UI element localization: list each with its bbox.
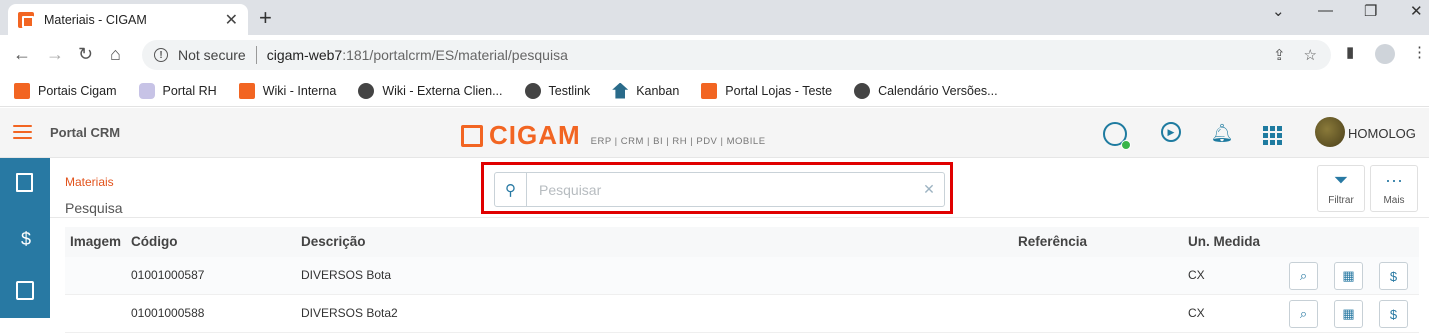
not-secure-label: Not secure (178, 47, 246, 63)
cell-unidade: CX (1188, 268, 1205, 282)
globe-icon (358, 82, 375, 99)
more-dots-icon: ··· (1385, 170, 1403, 190)
browser-menu-icon[interactable]: ⋮ (1412, 43, 1427, 61)
cigam-icon (238, 82, 255, 99)
sidebar-money-icon[interactable]: $ (15, 228, 37, 250)
url-path: :181/portalcrm/ES/material/pesquisa (342, 47, 568, 63)
share-icon[interactable]: ⇪ (1273, 46, 1286, 64)
price-icon[interactable]: $ (1379, 262, 1408, 290)
breadcrumb-materiais[interactable]: Materiais (65, 175, 114, 189)
bookmark-portal-rh[interactable]: Portal RH (138, 82, 217, 99)
tab-title: Materiais - CIGAM (44, 12, 147, 27)
cigam-logo: CIGAM ERP | CRM | BI | RH | PDV | MOBILE (461, 120, 766, 151)
new-tab-icon[interactable]: + (259, 5, 272, 31)
search-bar: ⚲ ✕ (494, 172, 945, 207)
filter-label: Filtrar (1328, 195, 1354, 206)
filter-icon: ⏷ (1333, 170, 1349, 190)
apps-grid-icon[interactable] (1263, 126, 1282, 145)
bookmark-portais-cigam[interactable]: Portais Cigam (14, 82, 117, 99)
user-avatar[interactable] (1315, 117, 1345, 147)
column-header-referencia[interactable]: Referência (1018, 234, 1087, 249)
kanban-icon (612, 82, 629, 99)
minimize-icon[interactable]: — (1318, 2, 1333, 19)
bookmark-wiki-interna[interactable]: Wiki - Interna (238, 82, 336, 99)
bookmark-star-icon[interactable]: ☆ (1304, 46, 1317, 64)
bookmark-testlink[interactable]: Testlink (524, 82, 590, 99)
bookmark-calendario[interactable]: Calendário Versões... (854, 82, 998, 99)
chat-icon (138, 82, 155, 99)
forward-icon[interactable]: → (46, 44, 64, 65)
more-label: Mais (1383, 195, 1405, 206)
table-row[interactable]: 01001000588 DIVERSOS Bota2 CX ⌕ ▦ $ (65, 295, 1419, 333)
url-host: cigam-web7 (266, 47, 343, 63)
cigam-icon (14, 82, 30, 99)
bookmark-kanban[interactable]: Kanban (612, 82, 679, 99)
user-name[interactable]: HOMOLOG (1348, 126, 1416, 141)
portal-title: Portal CRM (50, 125, 121, 140)
bookmarks-bar: Portais Cigam Portal RH Wiki - Interna W… (0, 75, 1429, 107)
more-button[interactable]: ··· Mais (1370, 165, 1418, 212)
restore-icon[interactable]: ❐ (1364, 2, 1377, 20)
content-divider (50, 217, 1429, 218)
browser-profile-avatar[interactable] (1375, 44, 1395, 64)
browser-tabstrip: Materiais - CIGAM ✕ + ⌄ — ❐ ✕ (0, 0, 1429, 35)
menu-icon[interactable] (13, 125, 32, 139)
cell-codigo: 01001000587 (131, 268, 205, 282)
table-header: Imagem Código Descrição Referência Un. M… (65, 227, 1419, 257)
page-title: Pesquisa (65, 200, 123, 216)
reload-icon[interactable]: ↻ (78, 44, 93, 65)
globe-icon (524, 82, 541, 99)
home-icon[interactable]: ⌂ (110, 44, 121, 65)
price-icon[interactable]: $ (1379, 300, 1408, 328)
column-header-imagem[interactable]: Imagem (70, 234, 121, 249)
cigam-icon (701, 82, 718, 99)
warning-icon[interactable]: ! (154, 48, 168, 62)
cigam-logo-icon (461, 125, 483, 147)
logo-subtitle: ERP | CRM | BI | RH | PDV | MOBILE (590, 136, 766, 147)
column-header-descricao[interactable]: Descrição (301, 234, 366, 249)
view-stock-icon[interactable]: ⌕ (1289, 300, 1318, 328)
bookmark-wiki-externa[interactable]: Wiki - Externa Clien... (358, 82, 503, 99)
clear-search-icon[interactable]: ✕ (914, 181, 944, 198)
stock-details-icon[interactable]: ▦ (1334, 262, 1363, 290)
stock-details-icon[interactable]: ▦ (1334, 300, 1363, 328)
table-row[interactable]: 01001000587 DIVERSOS Bota CX ⌕ ▦ $ (65, 257, 1419, 295)
url-field[interactable]: ! Not secure cigam-web7 :181/portalcrm/E… (142, 40, 1331, 70)
sidebar-company-icon[interactable] (16, 173, 33, 192)
address-bar: ← → ↻ ⌂ ! Not secure cigam-web7 :181/por… (0, 35, 1429, 75)
view-stock-icon[interactable]: ⌕ (1289, 262, 1318, 290)
sidebar-bag-icon[interactable] (16, 281, 34, 300)
side-panel-icon[interactable]: ▮ (1346, 43, 1354, 61)
tab-search-icon[interactable]: ⌄ (1272, 2, 1285, 20)
filter-button[interactable]: ⏷ Filtrar (1317, 165, 1365, 212)
logo-text: CIGAM (489, 120, 581, 150)
globe-icon (854, 82, 871, 99)
search-icon[interactable]: ⚲ (495, 173, 527, 206)
browser-tab[interactable]: Materiais - CIGAM ✕ (8, 4, 248, 35)
play-icon[interactable]: ▶ (1161, 122, 1181, 142)
bell-icon[interactable]: 🔔︎ (1211, 122, 1234, 144)
app-header: Portal CRM CIGAM ERP | CRM | BI | RH | P… (0, 108, 1429, 158)
url-divider (255, 46, 257, 64)
column-header-unidade[interactable]: Un. Medida (1188, 234, 1260, 249)
cell-descricao: DIVERSOS Bota (301, 268, 392, 282)
close-window-icon[interactable]: ✕ (1410, 2, 1423, 20)
bookmark-portal-lojas[interactable]: Portal Lojas - Teste (701, 82, 832, 99)
close-tab-icon[interactable]: ✕ (225, 10, 238, 30)
search-input[interactable] (527, 173, 914, 206)
back-icon[interactable]: ← (13, 44, 31, 65)
cigam-favicon-icon (18, 11, 34, 28)
column-header-codigo[interactable]: Código (131, 234, 178, 249)
sidebar: $ (0, 158, 50, 318)
online-status-dot (1121, 140, 1131, 150)
